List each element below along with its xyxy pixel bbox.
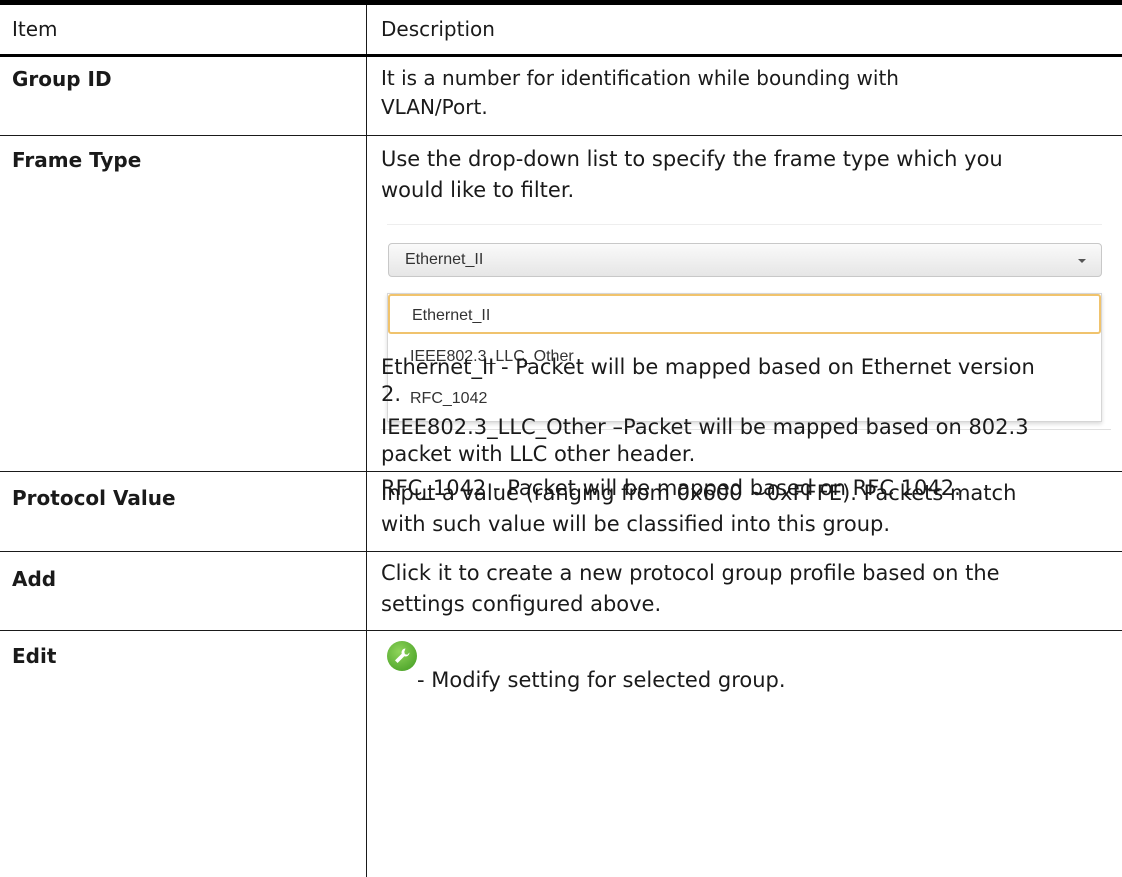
desc-protocol-value: Input a value (ranging from 0x600 ~0xFFF… xyxy=(381,478,1106,540)
wrench-edit-icon[interactable] xyxy=(387,641,417,671)
table-row-group-id: Group ID It is a number for identificati… xyxy=(0,57,1122,136)
table-row-edit: Edit - Modify setting for selected group… xyxy=(0,631,1122,877)
note-line: packet with LLC other header. xyxy=(381,442,696,466)
desc-line: settings configured above. xyxy=(381,592,662,616)
table-row-add: Add Click it to create a new protocol gr… xyxy=(0,552,1122,631)
desc-frame-type: Use the drop-down list to specify the fr… xyxy=(381,144,1106,206)
option-ethernet-ii[interactable]: Ethernet_II xyxy=(388,294,1101,334)
desc-edit: - Modify setting for selected group. xyxy=(381,637,1106,697)
desc-add: Click it to create a new protocol group … xyxy=(381,558,1106,620)
desc-line: VLAN/Port. xyxy=(381,95,488,119)
item-frame-type: Frame Type xyxy=(12,148,142,172)
desc-group-id: It is a number for identification while … xyxy=(381,64,1106,122)
desc-line: with such value will be classified into … xyxy=(381,512,891,536)
caret-down-icon xyxy=(1078,259,1086,263)
desc-line: It is a number for identification while … xyxy=(381,66,899,90)
desc-line: Click it to create a new protocol group … xyxy=(381,561,1000,585)
item-edit: Edit xyxy=(12,644,57,668)
item-protocol-value: Protocol Value xyxy=(12,486,176,510)
note-line: 2. xyxy=(381,382,402,406)
desc-line: - Modify setting for selected group. xyxy=(417,668,786,692)
note-line: Ethernet_II - Packet will be mapped base… xyxy=(381,355,1035,379)
frame-type-select[interactable]: Ethernet_II xyxy=(388,243,1102,277)
item-add: Add xyxy=(12,567,57,591)
table-row-protocol-value: Protocol Value Input a value (ranging fr… xyxy=(0,472,1122,552)
desc-line: would like to filter. xyxy=(381,178,575,202)
table-row-frame-type: Frame Type Use the drop-down list to spe… xyxy=(0,136,1122,500)
header-item: Item xyxy=(12,17,58,41)
figure-divider xyxy=(387,224,1102,225)
select-value: Ethernet_II xyxy=(405,251,484,268)
desc-line: Use the drop-down list to specify the fr… xyxy=(381,147,1003,171)
table-header: Item Description xyxy=(0,0,1122,57)
item-group-id: Group ID xyxy=(12,67,112,91)
header-description: Description xyxy=(381,17,495,41)
desc-line: Input a value (ranging from 0x600 ~0xFFF… xyxy=(381,481,1017,505)
